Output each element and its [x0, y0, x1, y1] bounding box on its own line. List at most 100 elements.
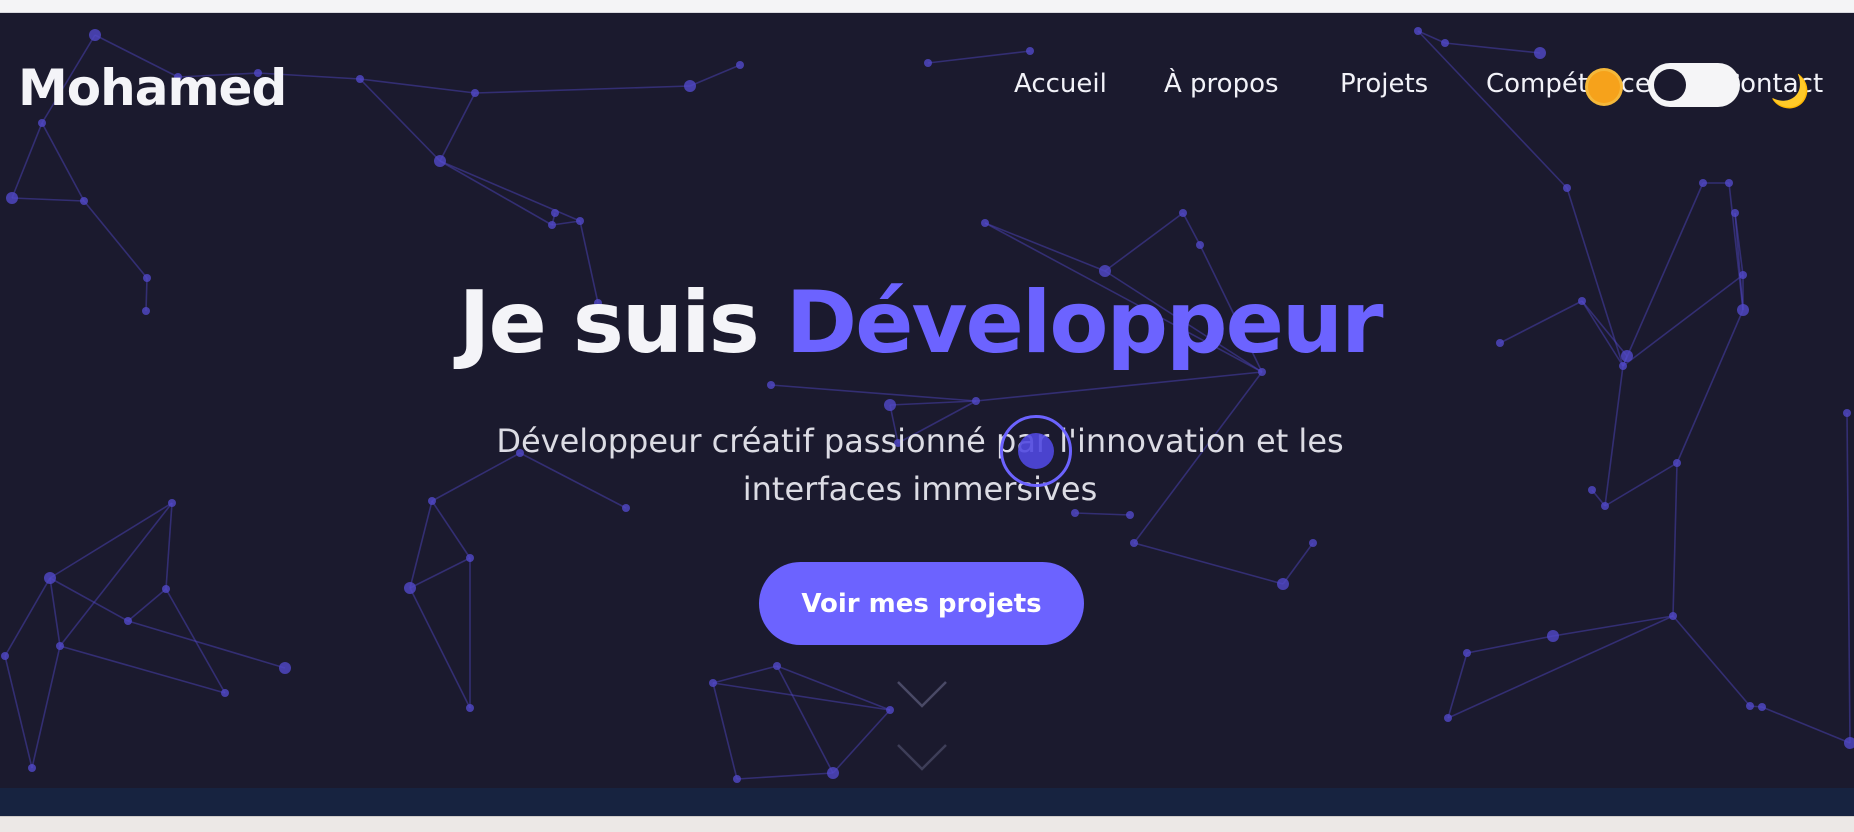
network-node: [924, 59, 932, 67]
view-projects-button[interactable]: Voir mes projets: [759, 562, 1084, 645]
network-node: [6, 192, 18, 204]
network-link: [1182, 212, 1201, 246]
headline-role: Développeur: [785, 273, 1384, 373]
network-node: [886, 706, 894, 714]
network-link: [439, 160, 553, 226]
network-link: [31, 645, 61, 769]
network-node: [1758, 703, 1766, 711]
hero-headline: Je suis Développeur: [0, 273, 1840, 373]
network-node: [466, 704, 474, 712]
hero-section: Mohamed Accueil À propos Projets Compéte…: [0, 13, 1854, 788]
network-link: [83, 200, 148, 279]
network-node: [434, 155, 446, 167]
network-link: [1604, 462, 1678, 507]
network-node: [1441, 39, 1449, 47]
network-node: [981, 219, 989, 227]
network-link: [689, 64, 741, 87]
network-node: [162, 585, 170, 593]
network-link: [409, 557, 471, 589]
network-node: [1843, 409, 1851, 417]
network-link: [409, 500, 433, 589]
network-link: [1846, 412, 1851, 744]
network-node: [1277, 578, 1289, 590]
network-node: [1669, 612, 1677, 620]
network-link: [1672, 462, 1678, 617]
nav-item-competences[interactable]: Compétences: [1486, 69, 1664, 99]
chevron-down-icon[interactable]: [894, 678, 950, 710]
network-node: [767, 381, 775, 389]
network-node: [684, 80, 696, 92]
network-link: [1604, 365, 1624, 507]
network-link: [49, 577, 61, 647]
custom-cursor-dot: [1018, 433, 1054, 469]
nav-item-projets[interactable]: Projets: [1340, 69, 1428, 99]
nav-item-accueil[interactable]: Accueil: [1014, 69, 1107, 99]
network-node: [972, 397, 980, 405]
network-link: [712, 665, 778, 684]
network-node: [1130, 539, 1138, 547]
network-link: [474, 85, 691, 94]
network-link: [1447, 652, 1468, 719]
headline-prefix: Je suis: [458, 273, 759, 373]
network-link: [127, 588, 167, 622]
network-link: [11, 122, 43, 199]
network-node: [576, 217, 584, 225]
network-link: [59, 645, 226, 694]
network-link: [11, 197, 85, 202]
network-link: [1466, 635, 1554, 654]
network-node: [89, 29, 101, 41]
network-link: [984, 222, 1106, 272]
network-node: [1563, 184, 1571, 192]
network-link: [832, 709, 891, 774]
hero-subtitle: Développeur créatif passionné par l'inno…: [496, 422, 1344, 508]
network-link: [712, 682, 738, 780]
network-node: [356, 75, 364, 83]
site-logo[interactable]: Mohamed: [18, 59, 287, 117]
network-node: [1309, 539, 1317, 547]
network-node: [404, 582, 416, 594]
theme-toggle-knob[interactable]: [1654, 69, 1686, 101]
network-node: [1699, 179, 1707, 187]
network-node: [38, 119, 46, 127]
chevron-down-icon[interactable]: [894, 741, 950, 773]
network-link: [165, 502, 173, 590]
network-link: [1444, 42, 1541, 54]
network-node: [1844, 737, 1854, 749]
network-link: [551, 220, 581, 226]
network-node: [773, 662, 781, 670]
network-link: [1761, 706, 1851, 744]
nav-item-a-propos[interactable]: À propos: [1164, 69, 1279, 99]
network-link: [1417, 30, 1446, 44]
network-link: [49, 577, 129, 622]
network-node: [551, 209, 559, 217]
network-link: [1133, 542, 1284, 585]
network-link: [712, 682, 891, 711]
browser-top-edge: [0, 0, 1854, 13]
network-node: [168, 499, 176, 507]
network-node: [1534, 47, 1546, 59]
network-link: [736, 772, 834, 780]
network-link: [927, 50, 1031, 64]
network-node: [124, 617, 132, 625]
network-link: [4, 577, 51, 657]
network-node: [80, 197, 88, 205]
network-link: [439, 92, 476, 162]
network-node: [471, 89, 479, 97]
network-link: [359, 78, 441, 162]
network-link: [59, 502, 173, 647]
network-node: [56, 642, 64, 650]
network-node: [1196, 241, 1204, 249]
network-node: [1547, 630, 1559, 642]
network-node: [736, 61, 744, 69]
browser-bottom-edge: [0, 816, 1854, 832]
network-node: [827, 767, 839, 779]
moon-icon: 🌙: [1770, 72, 1810, 110]
network-node: [884, 399, 896, 411]
network-link: [975, 371, 1263, 402]
network-link: [1447, 615, 1674, 719]
network-node: [1179, 209, 1187, 217]
next-section-edge: [0, 788, 1854, 816]
network-node: [1444, 714, 1452, 722]
network-node: [221, 689, 229, 697]
network-node: [1026, 47, 1034, 55]
